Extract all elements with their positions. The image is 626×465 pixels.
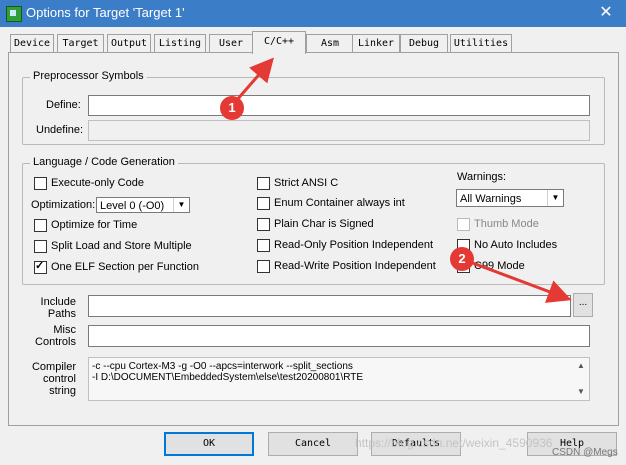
- annotation-arrow-1: [234, 57, 274, 102]
- annotation-arrow-2: [469, 260, 572, 303]
- annotation-badge-1: 1: [220, 96, 244, 120]
- watermark: https://blog.csdn.net/weixin_4590936: [355, 436, 553, 450]
- tab-c-cpp[interactable]: C/C++: [252, 31, 306, 54]
- csdn-tag: CSDN @Megs: [552, 447, 618, 458]
- annotation-arrows: [234, 57, 572, 303]
- annotation-badge-2: 2: [450, 247, 474, 271]
